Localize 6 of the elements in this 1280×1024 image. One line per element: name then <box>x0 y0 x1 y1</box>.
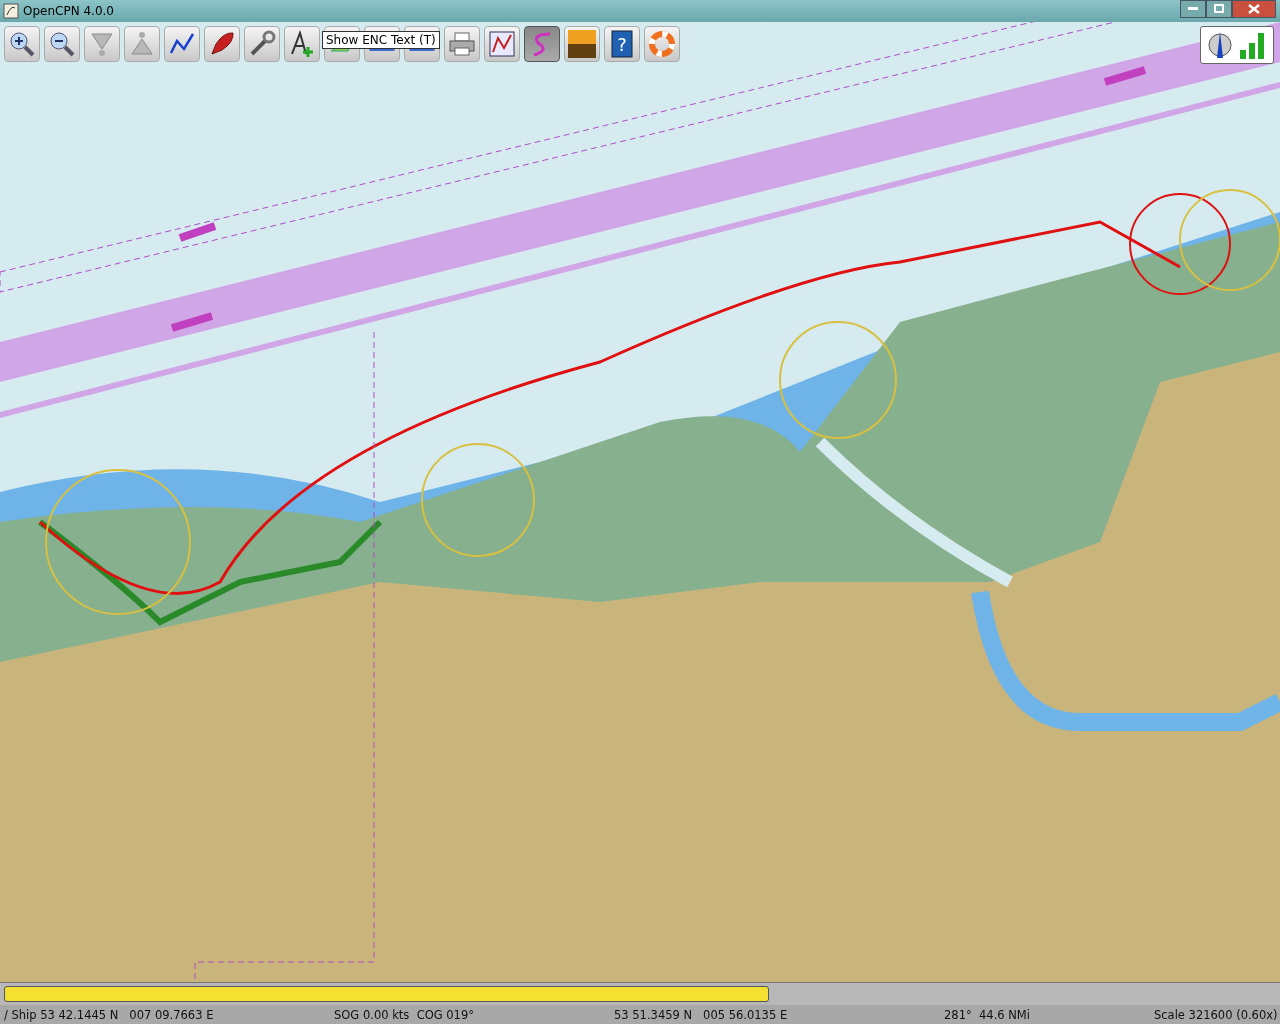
status-field: SOG 0.00 kts COG 019° <box>330 1007 610 1022</box>
status-field: / Ship 53 42.1445 N 007 09.7663 E <box>0 1007 330 1022</box>
status-field: 281° 44.6 NMi <box>940 1007 1150 1022</box>
status-field: Scale 321600 (0.60x) <box>1150 1007 1280 1022</box>
status-field: 53 51.3459 N 005 56.0135 E <box>610 1007 940 1022</box>
window-title: OpenCPN 4.0.0 <box>23 4 114 18</box>
